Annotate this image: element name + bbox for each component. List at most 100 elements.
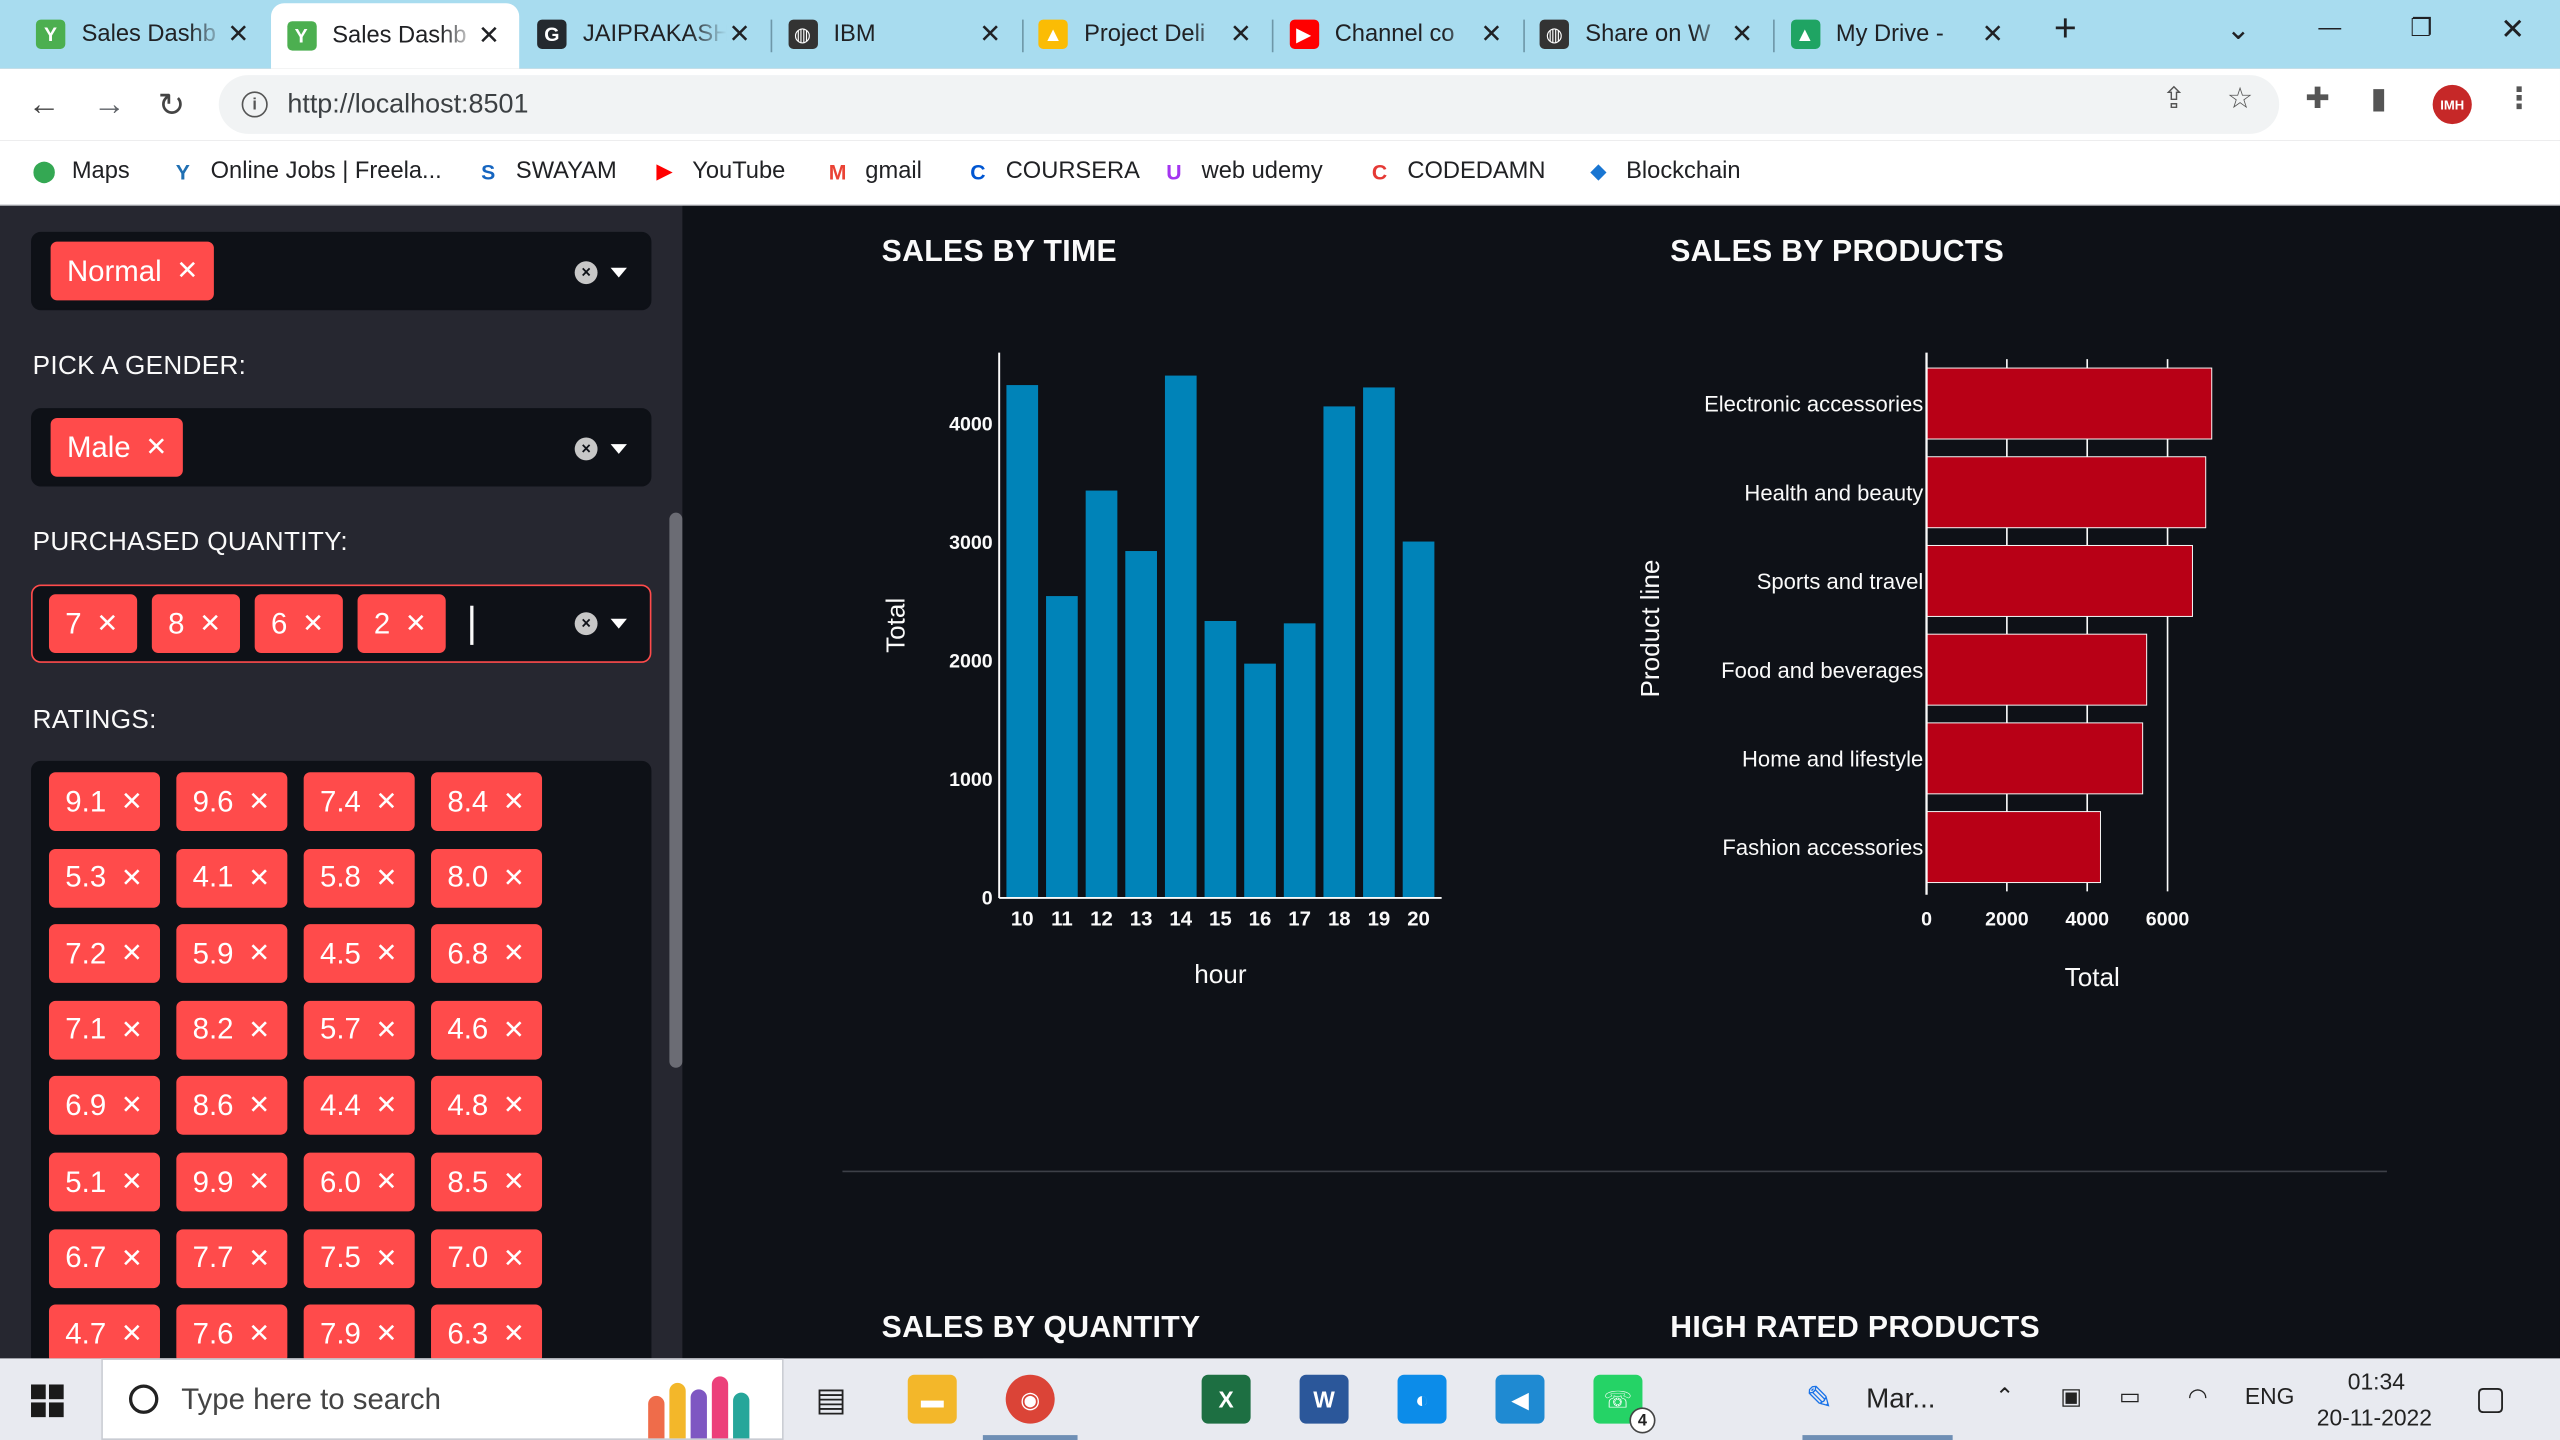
bookmark-freelancer[interactable]: Y Online Jobs | Freela... bbox=[168, 153, 442, 189]
chrome-menu-icon[interactable]: ⋮ bbox=[2504, 82, 2533, 116]
chip-remove-icon[interactable]: ✕ bbox=[121, 1090, 143, 1123]
chip-remove-icon[interactable]: ✕ bbox=[96, 607, 118, 640]
bookmark-coursera[interactable]: C COURSERA bbox=[963, 153, 1140, 189]
notification-center-icon[interactable]: ▢ bbox=[2475, 1378, 2506, 1419]
bookmark-swayam[interactable]: S SWAYAM bbox=[473, 153, 617, 189]
close-window-button[interactable]: ✕ bbox=[2488, 13, 2537, 47]
browser-tab[interactable]: ▲ Project Deli ✕ bbox=[1022, 10, 1270, 59]
selected-option-chip[interactable]: 4.5 ✕ bbox=[303, 924, 415, 984]
chevron-down-icon[interactable] bbox=[610, 267, 627, 278]
selected-option-chip[interactable]: 5.1 ✕ bbox=[48, 1152, 160, 1212]
bookmark-map-pin[interactable]: ⬤ Maps bbox=[29, 153, 130, 189]
browser-tab[interactable]: Y Sales Dashb ✕ bbox=[20, 10, 268, 59]
side-panel-icon[interactable]: ▮ bbox=[2371, 82, 2387, 116]
word-icon[interactable]: W bbox=[1299, 1374, 1349, 1424]
whatsapp-icon[interactable]: ☏ 4 bbox=[1593, 1374, 1656, 1434]
chip-remove-icon[interactable]: ✕ bbox=[503, 1242, 525, 1275]
chip-remove-icon[interactable]: ✕ bbox=[248, 861, 270, 894]
browser-tab[interactable]: G JAIPRAKASH ✕ bbox=[521, 10, 769, 59]
chip-remove-icon[interactable]: ✕ bbox=[376, 1090, 398, 1123]
vscode-icon[interactable]: ◀ bbox=[1495, 1374, 1545, 1424]
bar-hour-14[interactable] bbox=[1164, 374, 1198, 899]
browser-tab[interactable]: Y Sales Dashb ✕ bbox=[270, 3, 519, 69]
selected-option-chip[interactable]: 8.0 ✕ bbox=[431, 848, 543, 908]
chip-remove-icon[interactable]: ✕ bbox=[503, 1014, 525, 1047]
selected-option-chip[interactable]: 5.3 ✕ bbox=[48, 848, 160, 908]
selected-option-chip[interactable]: 9.9 ✕ bbox=[176, 1152, 288, 1212]
selected-option-chip[interactable]: 7 ✕ bbox=[48, 594, 138, 654]
selected-option-chip[interactable]: 7.9 ✕ bbox=[303, 1304, 415, 1359]
new-tab-button[interactable]: + bbox=[2041, 7, 2090, 53]
chip-remove-icon[interactable]: ✕ bbox=[376, 1242, 398, 1275]
bar-hour-10[interactable] bbox=[1005, 384, 1039, 899]
selected-option-chip[interactable]: 4.1 ✕ bbox=[176, 848, 288, 908]
chip-remove-icon[interactable]: ✕ bbox=[376, 937, 398, 970]
chip-remove-icon[interactable]: ✕ bbox=[503, 1318, 525, 1351]
bookmark-gmail[interactable]: Mgmail bbox=[823, 153, 922, 189]
bar-hour-17[interactable] bbox=[1283, 622, 1317, 899]
tab-close-icon[interactable]: ✕ bbox=[1729, 18, 1755, 51]
site-info-icon[interactable]: i bbox=[241, 91, 268, 118]
taskbar-search-box[interactable]: Type here to search bbox=[101, 1358, 784, 1440]
tab-close-icon[interactable]: ✕ bbox=[1478, 18, 1504, 51]
running-app-label[interactable]: Mar... bbox=[1866, 1383, 1935, 1416]
sidebar-scrollbar[interactable] bbox=[669, 512, 683, 1068]
chip-remove-icon[interactable]: ✕ bbox=[376, 861, 398, 894]
tab-close-icon[interactable]: ✕ bbox=[1228, 18, 1254, 51]
selected-option-chip[interactable]: 6.9 ✕ bbox=[48, 1076, 160, 1136]
chip-remove-icon[interactable]: ✕ bbox=[248, 1014, 270, 1047]
selected-option-chip[interactable]: 6.3 ✕ bbox=[431, 1304, 543, 1359]
battery-icon[interactable]: ▭ bbox=[2119, 1383, 2141, 1411]
chevron-down-icon[interactable] bbox=[610, 618, 627, 629]
chip-remove-icon[interactable]: ✕ bbox=[405, 607, 427, 640]
chip-remove-icon[interactable]: ✕ bbox=[121, 1014, 143, 1047]
selected-option-chip[interactable]: 4.7 ✕ bbox=[48, 1304, 160, 1359]
excel-icon[interactable]: X bbox=[1201, 1374, 1251, 1424]
address-url[interactable]: http://localhost:8501 bbox=[287, 89, 528, 120]
chip-remove-icon[interactable]: ✕ bbox=[121, 861, 143, 894]
chip-remove-icon[interactable]: ✕ bbox=[248, 1318, 270, 1351]
chip-remove-icon[interactable]: ✕ bbox=[121, 937, 143, 970]
selected-option-chip[interactable]: 6.0 ✕ bbox=[303, 1152, 415, 1212]
clear-selection-icon[interactable]: × bbox=[574, 261, 598, 285]
chip-remove-icon[interactable]: ✕ bbox=[376, 1166, 398, 1199]
bar-hour-18[interactable] bbox=[1322, 405, 1356, 899]
chip-remove-icon[interactable]: ✕ bbox=[121, 1318, 143, 1351]
selected-option-chip[interactable]: 4.4 ✕ bbox=[303, 1076, 415, 1136]
selected-option-chip[interactable]: 7.4 ✕ bbox=[303, 772, 415, 832]
selected-option-chip[interactable]: 6.7 ✕ bbox=[48, 1228, 160, 1288]
chip-remove-icon[interactable]: ✕ bbox=[248, 937, 270, 970]
browser-tab[interactable]: ▶ Channel co ✕ bbox=[1273, 10, 1521, 59]
selected-option-chip[interactable]: 7.0 ✕ bbox=[431, 1228, 543, 1288]
selected-option-chip[interactable]: 8.2 ✕ bbox=[176, 1000, 288, 1060]
chip-remove-icon[interactable]: ✕ bbox=[503, 1090, 525, 1123]
chip-remove-icon[interactable]: ✕ bbox=[376, 1014, 398, 1047]
meet-now-icon[interactable]: ▣ bbox=[2060, 1383, 2082, 1411]
bar-product-line[interactable] bbox=[1926, 544, 2193, 617]
chip-remove-icon[interactable]: ✕ bbox=[503, 785, 525, 818]
clock-date[interactable]: 20-11-2022 bbox=[2317, 1404, 2432, 1430]
selected-option-chip[interactable]: 6 ✕ bbox=[254, 594, 343, 654]
reload-button[interactable]: ↻ bbox=[150, 83, 192, 125]
selected-option-chip[interactable]: 7.2 ✕ bbox=[48, 924, 160, 984]
chevron-down-icon[interactable] bbox=[610, 444, 627, 454]
chrome-icon[interactable]: ◉ bbox=[1005, 1374, 1055, 1424]
bar-hour-15[interactable] bbox=[1203, 620, 1238, 899]
selected-option-chip[interactable]: 5.7 ✕ bbox=[303, 1000, 415, 1060]
address-bar[interactable]: i http://localhost:8501 bbox=[218, 75, 2280, 134]
selected-option-chip[interactable]: 8.4 ✕ bbox=[431, 772, 543, 832]
bookmark-codedamn[interactable]: C CODEDAMN bbox=[1365, 153, 1546, 189]
bar-product-line[interactable] bbox=[1926, 456, 2207, 529]
chip-remove-icon[interactable]: ✕ bbox=[376, 1318, 398, 1351]
chip-remove-icon[interactable]: ✕ bbox=[248, 785, 270, 818]
bar-hour-13[interactable] bbox=[1124, 550, 1158, 899]
tab-close-icon[interactable]: ✕ bbox=[476, 20, 502, 53]
customer-type-multiselect[interactable]: × Normal ✕ bbox=[31, 231, 652, 311]
share-icon[interactable]: ⇪ bbox=[2162, 82, 2187, 116]
bookmark-star-icon[interactable]: ☆ bbox=[2227, 82, 2253, 116]
selected-option-chip[interactable]: 8.6 ✕ bbox=[176, 1076, 288, 1136]
tab-close-icon[interactable]: ✕ bbox=[977, 18, 1003, 51]
file-explorer-icon[interactable]: ▬ bbox=[907, 1374, 957, 1424]
selected-option-chip[interactable]: 7.5 ✕ bbox=[303, 1228, 415, 1288]
tab-close-icon[interactable]: ✕ bbox=[1980, 18, 2006, 51]
